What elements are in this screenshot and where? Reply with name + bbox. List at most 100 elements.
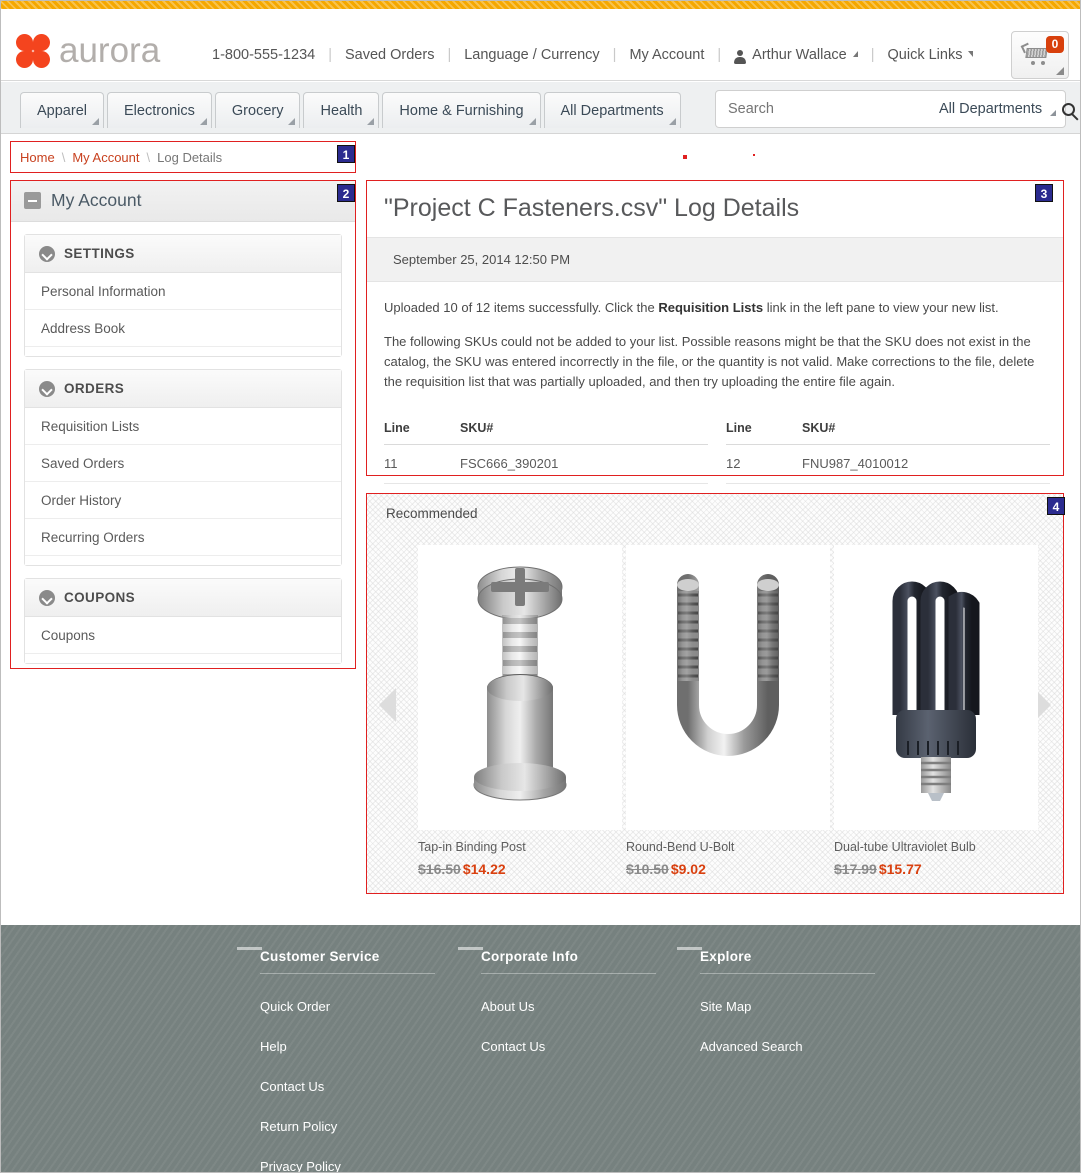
tab-electronics[interactable]: Electronics — [106, 92, 212, 128]
sidebar-item-personal-information[interactable]: Personal Information — [25, 273, 341, 310]
sidebar-header[interactable]: My Account — [10, 180, 356, 222]
heading-accent — [237, 947, 262, 950]
product-image-u-bolt — [626, 545, 830, 830]
product-name: Round-Bend U-Bolt — [626, 840, 735, 854]
annotation-dot — [683, 155, 687, 159]
footer-link-contact-us[interactable]: Contact Us — [260, 1079, 481, 1094]
sidebar-item-recurring-orders[interactable]: Recurring Orders — [25, 519, 341, 556]
cell-line: 11 — [384, 455, 398, 471]
product-old-price: $16.50 — [418, 861, 461, 877]
log-details-panel: "Project C Fasteners.csv" Log Details Se… — [366, 180, 1064, 500]
chevron-up-icon[interactable] — [852, 51, 858, 57]
sidebar-group-settings: SETTINGS Personal Information Address Bo… — [24, 234, 342, 357]
group-footer — [25, 654, 341, 663]
search-bar: All Departments — [715, 90, 1076, 128]
product-sale-price: $9.02 — [670, 861, 706, 877]
chevron-down-icon — [39, 589, 55, 606]
product-old-price: $10.50 — [626, 861, 669, 877]
footer-link-contact-us[interactable]: Contact Us — [481, 1039, 700, 1054]
product-card[interactable]: Round-Bend U-Bolt $10.50 $9.02 — [626, 545, 830, 877]
cell-sku: FNU987_4010012 — [802, 455, 909, 471]
search-scope-label: All Departments — [939, 101, 1043, 117]
annotation-dot — [753, 154, 755, 156]
tab-apparel[interactable]: Apparel — [20, 92, 104, 128]
product-image-binding-post — [418, 545, 622, 830]
sidebar-group-title: COUPONS — [64, 590, 136, 605]
u-bolt-icon — [677, 574, 779, 756]
sidebar-group-coupons: COUPONS Coupons — [24, 578, 342, 664]
product-price: $16.50 $14.22 — [418, 861, 622, 877]
breadcrumb-my-account[interactable]: My Account — [72, 150, 139, 165]
tab-all-departments[interactable]: All Departments — [543, 92, 681, 128]
group-footer — [25, 347, 341, 356]
tab-grocery[interactable]: Grocery — [214, 92, 301, 128]
footer-heading: Corporate Info — [481, 949, 656, 974]
user-menu[interactable]: Arthur Wallace — [752, 47, 847, 63]
sidebar-title: My Account — [51, 190, 142, 210]
column-header-sku: SKU# — [802, 420, 836, 435]
product-card[interactable]: Dual-tube Ultraviolet Bulb $17.99 $15.77 — [834, 545, 1038, 877]
tab-home-furnishing[interactable]: Home & Furnishing — [382, 92, 541, 128]
carousel-prev-arrow-icon[interactable] — [379, 688, 396, 722]
footer-heading: Customer Service — [260, 949, 435, 974]
footer-link-site-map[interactable]: Site Map — [700, 999, 921, 1014]
heading-accent — [458, 947, 483, 950]
footer-heading: Explore — [700, 949, 875, 974]
separator: | — [612, 47, 617, 63]
heading-accent — [677, 947, 702, 950]
brand-logo[interactable]: aurora — [16, 33, 160, 68]
tab-health[interactable]: Health — [303, 92, 380, 128]
user-icon — [734, 50, 747, 64]
footer-column-corporate-info: Corporate Info About Us Contact Us — [458, 947, 700, 1173]
link-saved-orders[interactable]: Saved Orders — [345, 47, 434, 63]
footer-link-about-us[interactable]: About Us — [481, 999, 700, 1014]
sidebar-group-header[interactable]: ORDERS — [25, 370, 341, 408]
quick-links-menu[interactable]: Quick Links — [888, 47, 963, 63]
log-message-body: Uploaded 10 of 12 items successfully. Cl… — [366, 282, 1064, 417]
link-language-currency[interactable]: Language / Currency — [464, 47, 599, 63]
sidebar-group-header[interactable]: COUPONS — [25, 579, 341, 617]
product-card[interactable]: Tap-in Binding Post $16.50 $14.22 — [418, 545, 622, 877]
table-row: 11 FSC666_390201 — [384, 445, 708, 484]
sidebar-group-orders: ORDERS Requisition Lists Saved Orders Or… — [24, 369, 342, 566]
search-input[interactable] — [716, 101, 927, 117]
sidebar-item-address-book[interactable]: Address Book — [25, 310, 341, 347]
sidebar-item-order-history[interactable]: Order History — [25, 482, 341, 519]
site-footer: Customer Service Quick Order Help Contac… — [0, 925, 1081, 1173]
screw-binding-post-icon — [473, 566, 567, 801]
footer-link-help[interactable]: Help — [260, 1039, 481, 1054]
cell-line: 12 — [726, 455, 741, 471]
footer-link-privacy-policy[interactable]: Privacy Policy — [260, 1159, 481, 1173]
sidebar-item-requisition-lists[interactable]: Requisition Lists — [25, 408, 341, 445]
requisition-lists-link[interactable]: Requisition Lists — [658, 300, 763, 315]
breadcrumb-home[interactable]: Home — [20, 150, 55, 165]
shopping-cart-button[interactable]: 0 — [1011, 31, 1069, 79]
footer-link-advanced-search[interactable]: Advanced Search — [700, 1039, 921, 1054]
column-header-line: Line — [726, 420, 752, 435]
chevron-down-icon[interactable] — [968, 51, 974, 57]
annotation-badge-4: 4 — [1047, 497, 1065, 515]
product-price: $10.50 $9.02 — [626, 861, 830, 877]
footer-columns: Customer Service Quick Order Help Contac… — [237, 947, 921, 1173]
log-timestamp: September 25, 2014 12:50 PM — [366, 237, 1064, 282]
sidebar-item-saved-orders[interactable]: Saved Orders — [25, 445, 341, 482]
tab-label: All Departments — [560, 102, 664, 119]
brand-name: aurora — [59, 31, 161, 70]
footer-column-customer-service: Customer Service Quick Order Help Contac… — [237, 947, 481, 1173]
table-header-row: Line SKU# — [384, 421, 708, 445]
separator: | — [328, 47, 332, 63]
search-submit-button[interactable] — [1062, 102, 1076, 116]
footer-link-quick-order[interactable]: Quick Order — [260, 999, 481, 1014]
sidebar-item-coupons[interactable]: Coupons — [25, 617, 341, 654]
collapse-minus-icon[interactable] — [24, 192, 41, 209]
footer-column-explore: Explore Site Map Advanced Search — [677, 947, 921, 1173]
search-scope-dropdown[interactable]: All Departments — [927, 101, 1062, 117]
cart-expand-icon[interactable] — [1056, 67, 1064, 75]
table-row: 12 FNU987_4010012 — [726, 445, 1050, 484]
link-my-account[interactable]: My Account — [629, 47, 704, 63]
product-sale-price: $14.22 — [462, 861, 506, 877]
footer-link-return-policy[interactable]: Return Policy — [260, 1119, 481, 1134]
sidebar-group-header[interactable]: SETTINGS — [25, 235, 341, 273]
chevron-down-icon — [39, 245, 55, 262]
top-accent-bar — [0, 0, 1081, 9]
